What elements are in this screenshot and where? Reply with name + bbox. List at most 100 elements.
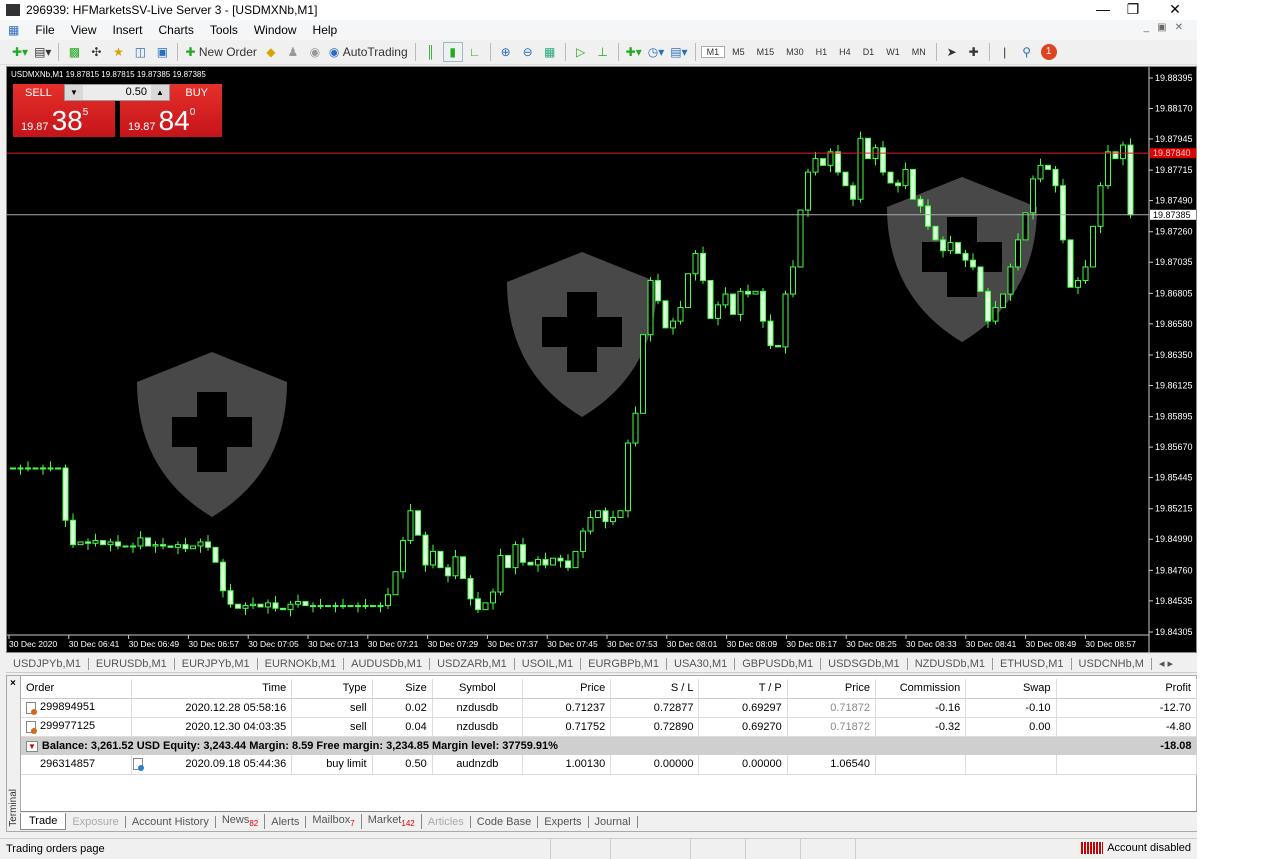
candlestick-chart[interactable]: 19.88395 19.88170 19.87945 19.87715 19.87490… <box>7 67 1198 654</box>
indicators-icon[interactable]: ✚▾ <box>624 42 644 62</box>
timeframe-h1[interactable]: H1 <box>811 47 833 57</box>
vertical-line-icon[interactable]: | <box>995 42 1015 62</box>
chart-window[interactable]: 19.88395 19.88170 19.87945 19.87715 19.87490… <box>6 66 1198 654</box>
search-icon[interactable]: ⚲ <box>1017 42 1037 62</box>
cell-profit: -4.80 <box>1165 720 1191 733</box>
chart-tab[interactable]: USA30,M1 <box>667 657 736 670</box>
timeframe-m5[interactable]: M5 <box>727 47 750 57</box>
column-header[interactable]: Time <box>131 679 293 699</box>
column-header[interactable]: Commission <box>875 679 967 699</box>
connection-status[interactable]: Account disabled <box>1081 842 1191 854</box>
notifications-button[interactable]: 1 <box>1039 42 1059 62</box>
price-tick-label: 19.84305 <box>1155 627 1193 637</box>
tab-exposure[interactable]: Exposure <box>66 815 126 828</box>
chart-tab[interactable]: USDSGDb,M1 <box>821 657 908 670</box>
timeframe-m30[interactable]: M30 <box>781 47 809 57</box>
close-button[interactable]: ✕ <box>1155 0 1195 18</box>
cursor-icon[interactable]: ➤ <box>942 42 962 62</box>
menu-help[interactable]: Help <box>305 23 346 37</box>
tile-windows-icon[interactable]: ▦ <box>540 42 560 62</box>
table-row[interactable]: 296314857 2020.09.18 05:44:36 buy limit 0.5… <box>21 755 1197 774</box>
tab-account-history[interactable]: Account History <box>126 815 216 828</box>
bar-chart-icon[interactable]: ║ <box>421 42 441 62</box>
chart-tab[interactable]: USOIL,M1 <box>515 657 582 670</box>
table-row[interactable]: 299894951 2020.12.28 05:58:16 sell 0.02 nzdu… <box>21 698 1197 717</box>
timeframe-h4[interactable]: H4 <box>834 47 856 57</box>
lot-size-stepper[interactable]: ▼ 0.50 ▲ <box>64 84 170 101</box>
column-header[interactable]: Order <box>21 679 132 699</box>
chart-shift-icon[interactable]: ⊥ <box>593 42 613 62</box>
column-header[interactable]: Profit <box>1056 679 1197 699</box>
chart-menu-icon[interactable]: ▦ <box>0 23 27 37</box>
column-header[interactable]: S / L <box>610 679 700 699</box>
tab-market[interactable]: Market142 <box>362 814 422 829</box>
restore-button[interactable]: ❐ <box>1113 0 1153 18</box>
menu-window[interactable]: Window <box>246 23 305 37</box>
data-window-icon[interactable]: ★ <box>108 42 128 62</box>
community-icon[interactable]: ♟ <box>283 42 303 62</box>
tab-journal[interactable]: Journal <box>589 815 638 828</box>
metaeditor-icon[interactable]: ◆ <box>261 42 281 62</box>
chart-tab[interactable]: ETHUSD,M1 <box>993 657 1072 670</box>
tab-experts[interactable]: Experts <box>538 815 589 828</box>
column-header[interactable]: Symbol <box>432 679 523 699</box>
menu-charts[interactable]: Charts <box>151 23 202 37</box>
new-chart-icon[interactable]: ✚▾ <box>10 42 30 62</box>
table-row[interactable]: 299977125 2020.12.30 04:03:35 sell 0.04 nzdu… <box>21 717 1197 736</box>
market-watch-icon[interactable]: ▩ <box>64 42 84 62</box>
chart-tab[interactable]: EURUSDb,M1 <box>89 657 175 670</box>
chart-tab[interactable]: USDCNHb,M <box>1072 657 1152 670</box>
chart-tab[interactable]: AUDUSDb,M1 <box>344 657 431 670</box>
chart-tab[interactable]: USDZARb,M1 <box>430 657 515 670</box>
chart-tab[interactable]: GBPUSDb,M1 <box>735 657 822 670</box>
close-terminal-icon[interactable]: × <box>10 678 16 689</box>
periods-clock-icon[interactable]: ◷▾ <box>646 42 667 62</box>
zoom-in-icon[interactable]: ⊕ <box>496 42 516 62</box>
timeframe-d1[interactable]: D1 <box>858 47 880 57</box>
column-header[interactable]: Swap <box>965 679 1057 699</box>
column-header[interactable]: Size <box>372 679 433 699</box>
navigator-icon[interactable]: ✣ <box>86 42 106 62</box>
new-order-button[interactable]: ✚ New Order <box>183 42 258 62</box>
column-header[interactable]: Price <box>787 679 876 699</box>
cell-symbol: nzdusdb <box>456 720 499 733</box>
timeframe-m15[interactable]: M15 <box>752 47 780 57</box>
menu-insert[interactable]: Insert <box>104 23 150 37</box>
column-header[interactable]: T / P <box>698 679 788 699</box>
chart-tab[interactable]: EURNOKb,M1 <box>258 657 345 670</box>
timeframe-w1[interactable]: W1 <box>881 47 905 57</box>
mdi-controls[interactable]: _▣✕ <box>1144 22 1191 33</box>
tab-articles[interactable]: Articles <box>422 815 471 828</box>
candlestick-chart-icon[interactable]: ▮ <box>442 42 463 62</box>
timeframe-mn[interactable]: MN <box>907 47 931 57</box>
chart-tab[interactable]: USDJPYb,M1 <box>6 657 89 670</box>
column-header[interactable]: Price <box>522 679 612 699</box>
column-header[interactable]: Type <box>291 679 373 699</box>
menu-file[interactable]: File <box>27 23 62 37</box>
autoscroll-icon[interactable]: ▷ <box>571 42 591 62</box>
crosshair-icon[interactable]: ✚ <box>964 42 984 62</box>
lot-size-input[interactable]: 0.50 <box>83 85 151 100</box>
timeframe-m1[interactable]: M1 <box>700 46 726 58</box>
menu-tools[interactable]: Tools <box>202 23 246 37</box>
signals-icon[interactable]: ◉ <box>305 42 325 62</box>
menu-view[interactable]: View <box>63 23 105 37</box>
chart-tab[interactable]: EURGBPb,M1 <box>581 657 668 670</box>
line-chart-icon[interactable]: ∟ <box>465 42 485 62</box>
tab-mailbox[interactable]: Mailbox7 <box>306 814 362 829</box>
tab-alerts[interactable]: Alerts <box>265 815 307 828</box>
tab-trade[interactable]: Trade <box>20 813 67 830</box>
profiles-icon[interactable]: ▤▾ <box>32 42 53 62</box>
lot-increase-button[interactable]: ▲ <box>151 88 169 97</box>
tab-scroll-arrows-icon[interactable]: ◂ ▸ <box>1152 657 1180 670</box>
chart-tab[interactable]: NZDUSDb,M1 <box>908 657 993 670</box>
lot-decrease-button[interactable]: ▼ <box>65 88 83 97</box>
terminal-icon[interactable]: ◫ <box>130 42 150 62</box>
autotrading-button[interactable]: ◉ AutoTrading <box>327 42 410 62</box>
zoom-out-icon[interactable]: ⊖ <box>518 42 538 62</box>
tab-news[interactable]: News82 <box>216 814 266 829</box>
chart-tab[interactable]: EURJPYb,M1 <box>175 657 258 670</box>
strategy-tester-icon[interactable]: ▣ <box>152 42 172 62</box>
tab-code-base[interactable]: Code Base <box>471 815 539 828</box>
templates-icon[interactable]: ▤▾ <box>668 42 689 62</box>
